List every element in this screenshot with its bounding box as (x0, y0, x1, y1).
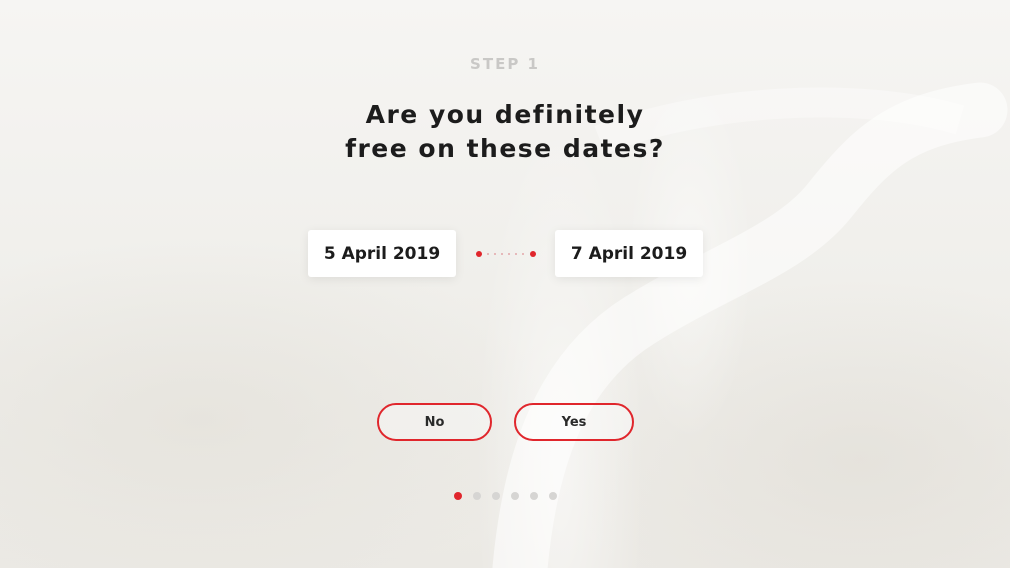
start-date-card: 5 April 2019 (308, 230, 456, 277)
background-road-image (492, 82, 1008, 568)
pagination-dot-4[interactable] (511, 492, 519, 500)
step-label: STEP 1 (470, 55, 540, 73)
step-pagination (454, 492, 557, 500)
pagination-dot-3[interactable] (492, 492, 500, 500)
yes-button[interactable]: Yes (514, 403, 634, 441)
dotted-range-connector-icon (476, 251, 536, 257)
end-date-card: 7 April 2019 (555, 230, 703, 277)
page-title: Are you definitely free on these dates? (0, 98, 1010, 166)
pagination-dot-2[interactable] (473, 492, 481, 500)
question-line-2: free on these dates? (345, 134, 665, 163)
question-line-1: Are you definitely (365, 100, 645, 129)
pagination-dot-5[interactable] (530, 492, 538, 500)
no-button[interactable]: No (377, 403, 492, 441)
pagination-dot-6[interactable] (549, 492, 557, 500)
pagination-dot-1[interactable] (454, 492, 462, 500)
